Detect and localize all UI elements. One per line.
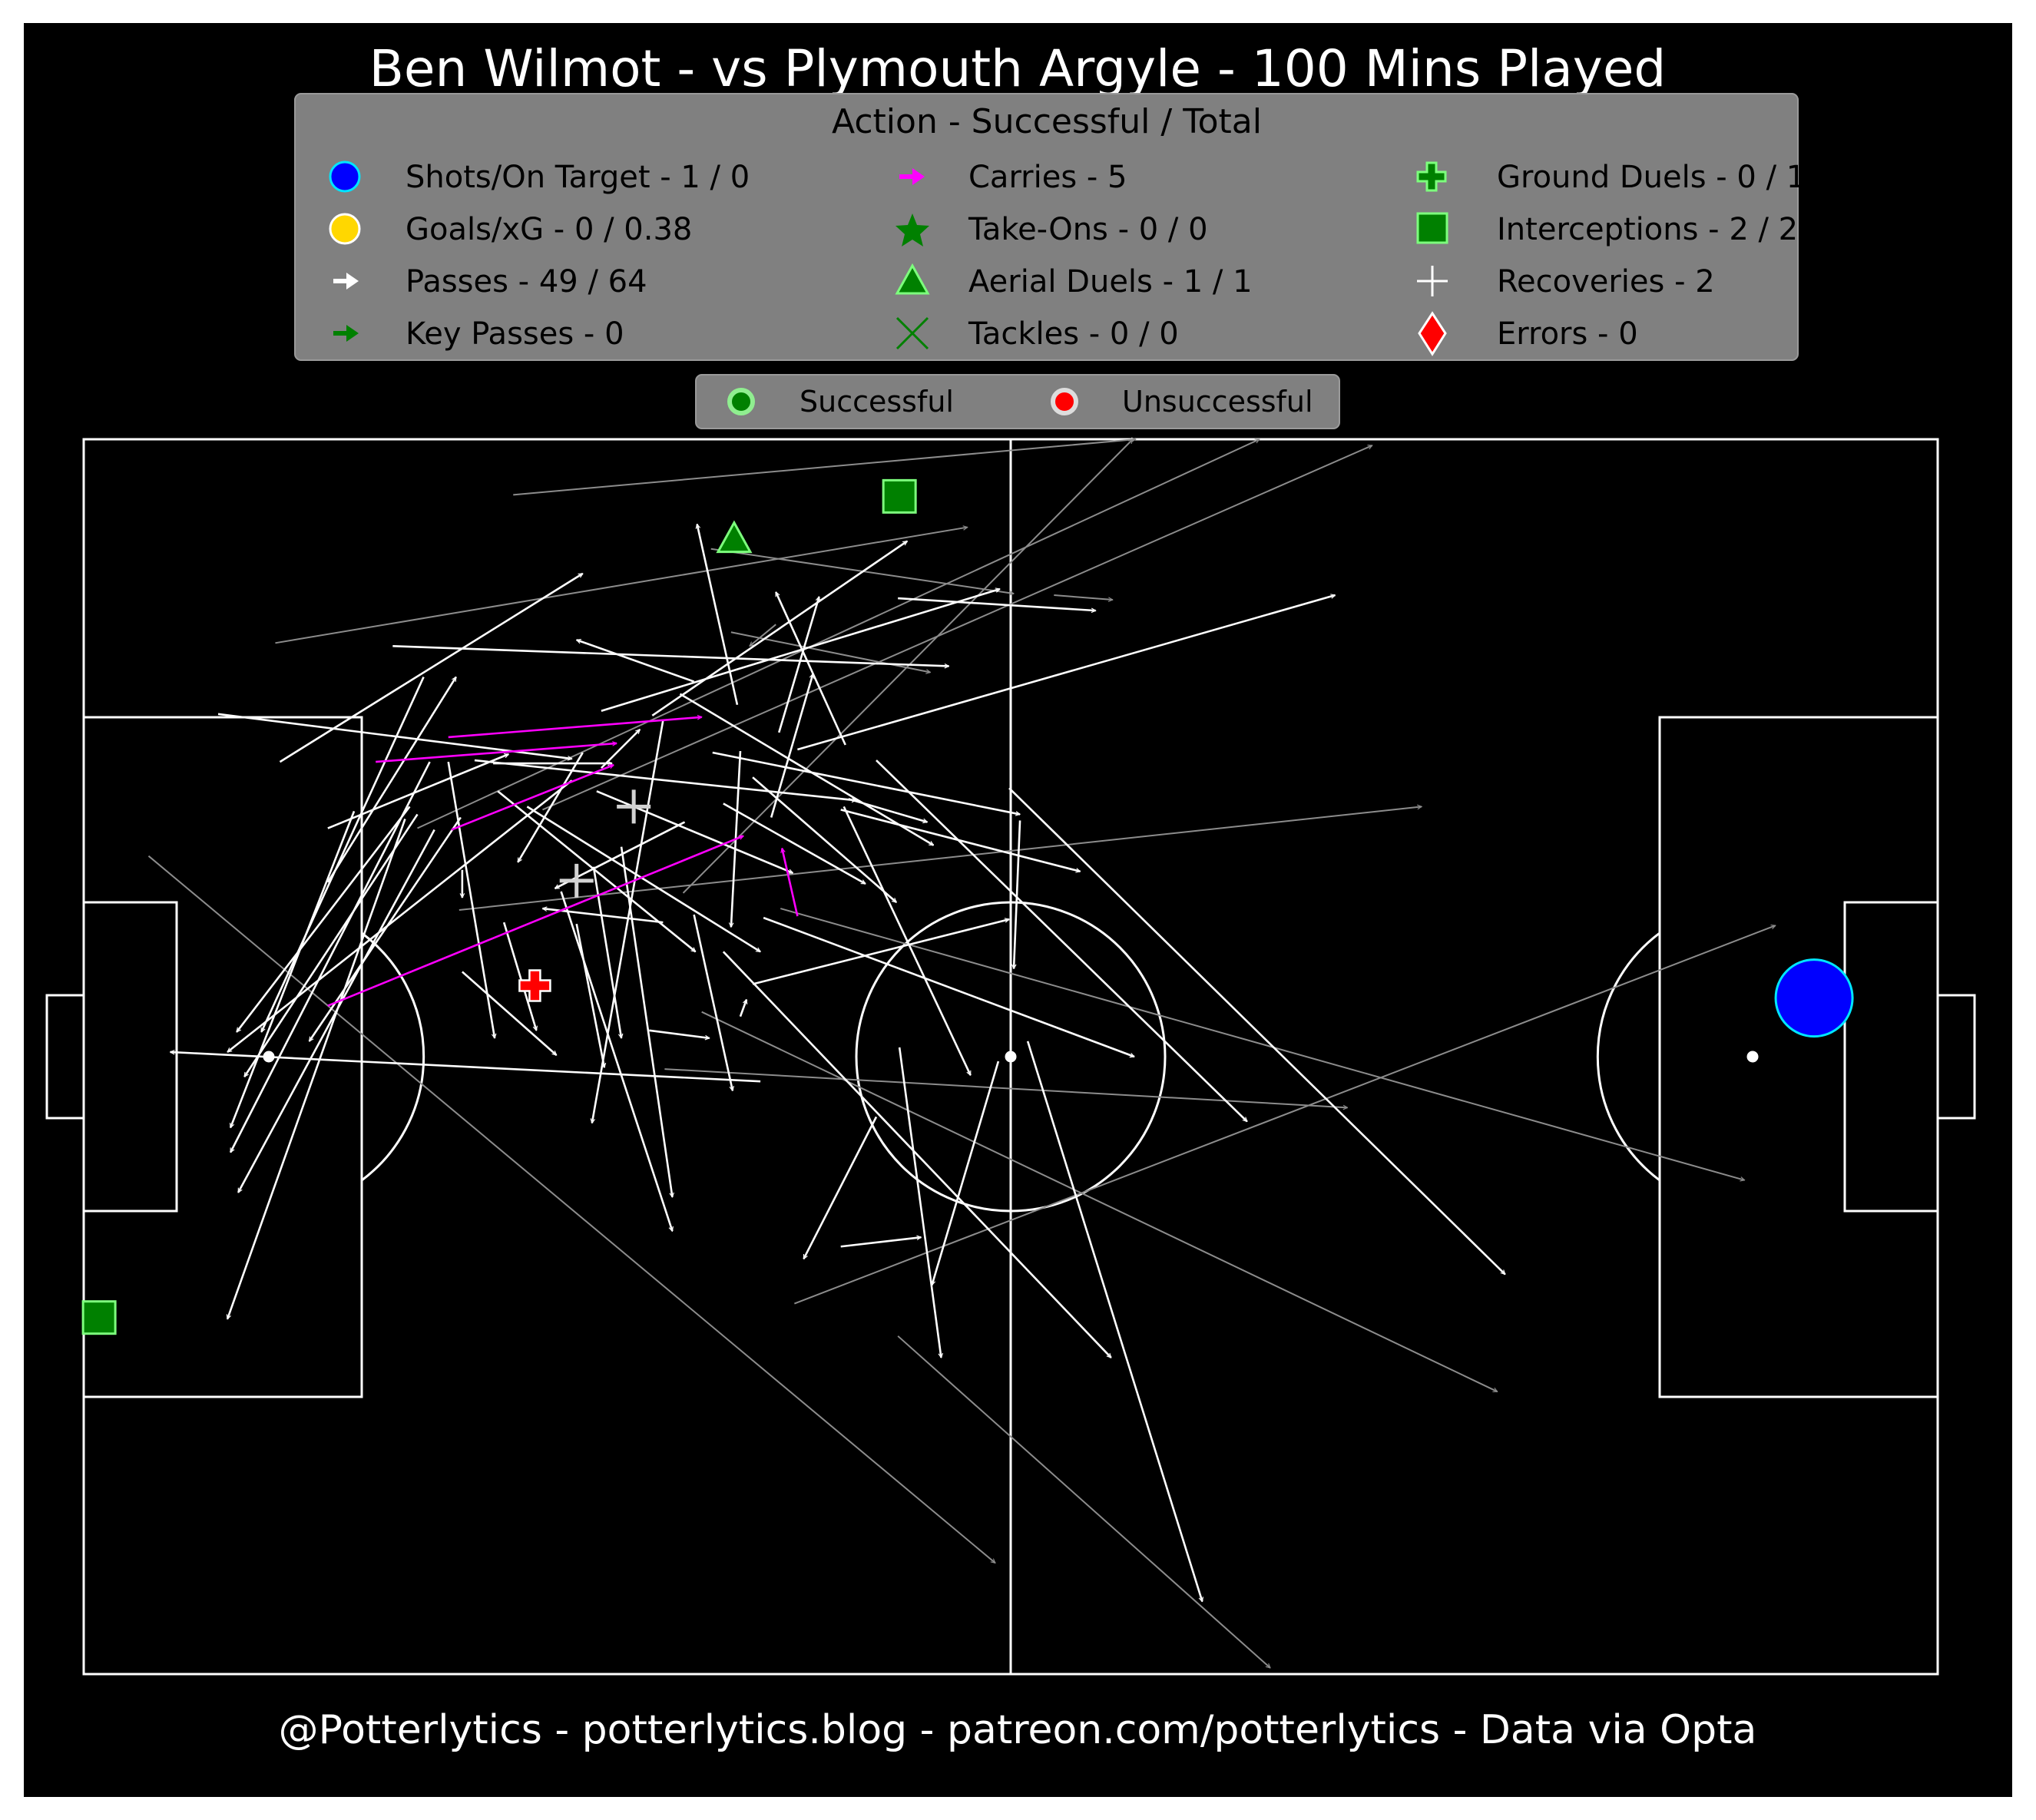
unsuccessful-marker-icon — [1051, 388, 1078, 415]
shot-marker-icon — [329, 160, 361, 193]
legend-label-carries: Carries - 5 — [968, 160, 1127, 195]
left-goal — [45, 994, 85, 1120]
successful-pass-arrow — [229, 761, 431, 1153]
unsuccessful-label: Unsuccessful — [1122, 385, 1313, 419]
recovery-marker — [559, 863, 594, 898]
unsuccessful-pass-arrow — [780, 908, 1744, 1180]
successful-pass-arrow — [229, 810, 356, 1127]
legend-label-interceptions: Interceptions - 2 / 2 — [1497, 212, 1798, 247]
unsuccessful-pass-arrow — [664, 1068, 1347, 1107]
successful-pass-arrow — [560, 891, 673, 1231]
successful-pass-arrow — [577, 640, 695, 683]
unsuccessful-pass-arrow — [701, 1011, 1498, 1393]
successful-pass-arrow — [649, 1029, 709, 1038]
successful-pass-arrow — [840, 809, 1081, 871]
unsuccessful-pass-arrow — [1054, 594, 1112, 600]
unsuccessful-pass-arrow — [794, 925, 1775, 1305]
successful-pass-arrow — [752, 776, 896, 903]
successful-pass-arrow — [763, 916, 1134, 1058]
successful-pass-arrow — [1008, 787, 1506, 1276]
chart-frame: Ben Wilmot - vs Plymouth Argyle - 100 Mi… — [24, 23, 2012, 1797]
aerial-duel-marker — [716, 520, 753, 554]
successful-pass-arrow — [555, 821, 686, 890]
legend-label-recoveries: Recoveries - 2 — [1497, 264, 1715, 299]
unsuccessful-pass-arrow — [542, 445, 1372, 811]
successful-pass-arrow — [279, 572, 582, 763]
successful-pass-arrow — [739, 1000, 747, 1018]
legend-label-shots: Shots/On Target - 1 / 0 — [406, 160, 750, 195]
successful-pass-arrow — [722, 951, 1112, 1358]
right-penalty-spot — [1746, 1051, 1759, 1063]
unsuccessful-pass-arrow — [147, 855, 995, 1564]
successful-pass-arrow — [679, 693, 934, 846]
successful-pass-arrow — [474, 759, 856, 800]
right-penalty-arc — [1596, 932, 1660, 1182]
unsuccessful-pass-arrow — [417, 438, 1260, 829]
successful-passes — [170, 524, 1506, 1602]
successful-pass-arrow — [840, 1237, 922, 1248]
successful-pass-arrow — [170, 1052, 761, 1083]
successful-pass-arrow — [723, 802, 866, 885]
centre-spot — [1005, 1051, 1017, 1063]
right-six-yard-box — [1843, 901, 1939, 1213]
successful-pass-arrow — [898, 597, 1095, 611]
successful-pass-arrow — [778, 597, 819, 733]
legend-label-key-passes: Key Passes - 0 — [406, 316, 624, 352]
shot-marker — [1774, 958, 1854, 1038]
chart-canvas: Ben Wilmot - vs Plymouth Argyle - 100 Mi… — [45, 39, 1976, 1753]
legend: Action - Successful / Total Shots/On Tar… — [294, 93, 1806, 361]
successful-pass-arrow — [243, 813, 419, 1077]
interception-marker — [882, 478, 917, 514]
interception-marker — [81, 1300, 117, 1335]
successful-pass-arrow — [803, 1116, 878, 1259]
unsuccessful-pass-arrow — [513, 439, 1136, 496]
carry-arrow — [782, 849, 799, 917]
successful-pass-arrow — [601, 589, 1000, 713]
legend-title: Action - Successful / Total — [832, 102, 1262, 141]
successful-pass-arrow — [1026, 1041, 1202, 1602]
successful-pass-arrow — [843, 806, 972, 1075]
successful-pass-arrow — [876, 759, 1248, 1123]
legend-label-goals: Goals/xG - 0 / 0.38 — [406, 212, 692, 247]
interception-square-icon — [1416, 212, 1448, 244]
successful-pass-arrow — [596, 790, 793, 875]
left-six-yard-box — [82, 901, 178, 1213]
pitch — [45, 438, 1976, 1676]
successful-pass-arrow — [797, 595, 1335, 751]
successful-pass-arrow — [775, 592, 846, 746]
legend-label-tackles: Tackles - 0 / 0 — [968, 316, 1179, 352]
successful-pass-arrow — [620, 846, 672, 1197]
unsuccessful-passes — [147, 438, 1775, 1668]
right-penalty-area — [1658, 716, 1939, 1398]
successful-pass-arrow — [693, 914, 733, 1090]
successful-pass-arrow — [236, 806, 411, 1031]
successful-pass-arrow — [932, 1061, 1000, 1285]
successful-pass-arrow — [392, 645, 948, 666]
outcome-legend: Successful Unsuccessful — [695, 374, 1340, 429]
successful-pass-arrow — [600, 728, 641, 769]
ground-duel-marker — [518, 969, 551, 1002]
successful-pass-arrow — [898, 1047, 941, 1358]
legend-label-ground-duels: Ground Duels - 0 / 1 — [1497, 160, 1806, 195]
unsuccessful-pass-arrow — [275, 528, 967, 644]
right-goal — [1936, 994, 1976, 1120]
successful-label: Successful — [800, 385, 954, 419]
successful-pass-arrow — [575, 923, 604, 1067]
legend-label-aerial-duels: Aerial Duels - 1 / 1 — [968, 264, 1253, 299]
legend-label-passes: Passes - 49 / 64 — [406, 264, 647, 299]
chart-title: Ben Wilmot - vs Plymouth Argyle - 100 Mi… — [369, 39, 1667, 98]
legend-label-errors: Errors - 0 — [1497, 316, 1638, 352]
carry-arrow — [448, 717, 702, 739]
goal-marker-icon — [329, 213, 361, 245]
footer-credits: @Potterlytics - potterlytics.blog - patr… — [279, 1707, 1757, 1753]
successful-pass-arrow — [217, 713, 572, 759]
unsuccessful-pass-arrow — [750, 624, 776, 646]
legend-label-take-ons: Take-Ons - 0 / 0 — [968, 212, 1208, 247]
successful-marker-icon — [727, 388, 755, 415]
unsuccessful-pass-arrow — [897, 1335, 1270, 1668]
